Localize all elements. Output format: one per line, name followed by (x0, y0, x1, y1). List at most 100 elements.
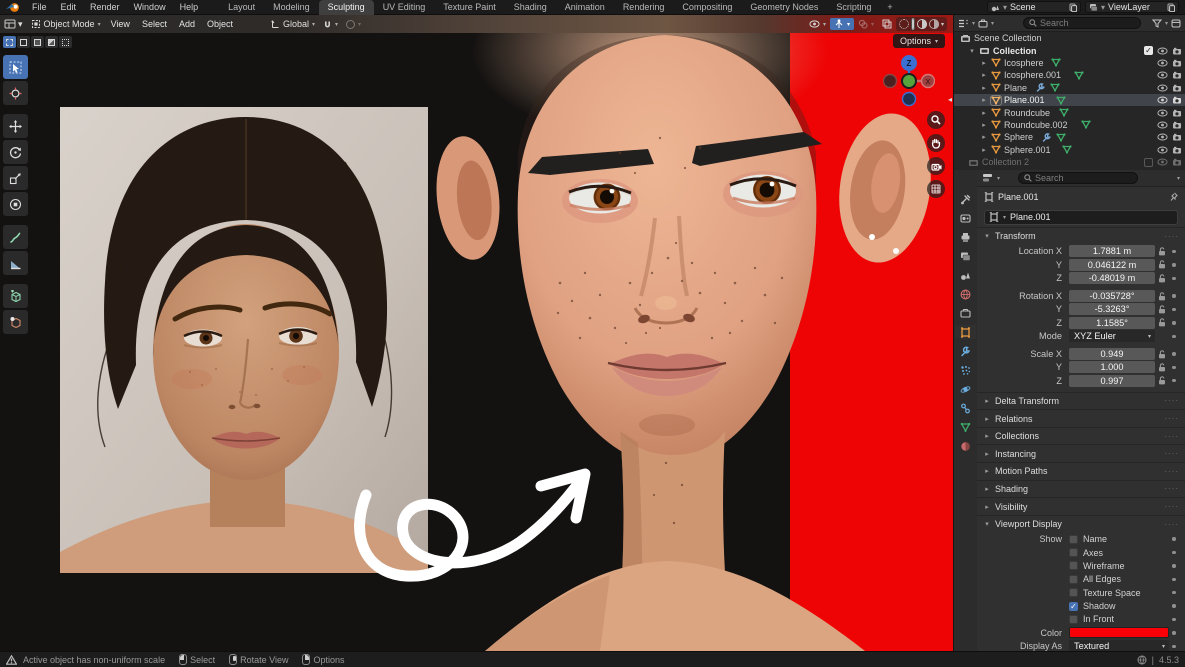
animate-dot[interactable] (1169, 366, 1179, 369)
viewport-menu-select[interactable]: Select (136, 19, 173, 29)
animate-dot[interactable] (1169, 578, 1179, 581)
select-mode-extend-button[interactable] (17, 36, 30, 48)
zoom-button[interactable] (927, 111, 945, 129)
view-layer-selector[interactable]: ▾ ViewLayer (1085, 1, 1179, 13)
show-all-edges-checkbox[interactable]: ✓ (1069, 575, 1078, 584)
chevron-down-icon[interactable]: ▾ (968, 47, 976, 55)
tab-particles[interactable] (955, 363, 976, 377)
network-globe-icon[interactable] (1137, 655, 1147, 665)
tab-scripting[interactable]: Scripting (827, 0, 880, 15)
animate-dot[interactable] (1169, 618, 1179, 621)
outliner-row-icosphere-001[interactable]: ▸ Icosphere.001 (954, 69, 1185, 81)
chevron-right-icon[interactable]: ▸ (980, 109, 988, 117)
panel-instancing[interactable]: ▸Instancing···· (977, 445, 1185, 462)
chevron-right-icon[interactable]: ▸ (980, 71, 988, 79)
show-wireframe-checkbox[interactable]: ✓ (1069, 561, 1078, 570)
viewport-menu-object[interactable]: Object (201, 19, 239, 29)
tool-add-primitive[interactable] (3, 310, 28, 334)
tab-shading[interactable]: Shading (505, 0, 556, 15)
hide-eye-icon[interactable] (1157, 133, 1168, 141)
hide-eye-icon[interactable] (1157, 96, 1168, 104)
chevron-right-icon[interactable]: ▸ (980, 59, 988, 67)
select-mode-new-button[interactable] (3, 36, 16, 48)
tab-render[interactable] (955, 211, 976, 225)
lock-open-icon[interactable] (1158, 318, 1166, 327)
camera-visibility-icon[interactable] (1172, 109, 1182, 117)
rotation-z-field[interactable]: 1.1585° (1069, 317, 1155, 329)
show-name-checkbox[interactable]: ✓ (1069, 535, 1078, 544)
menu-window[interactable]: Window (127, 2, 173, 12)
tab-compositing[interactable]: Compositing (673, 0, 741, 15)
tab-constraints[interactable] (955, 401, 976, 415)
tab-world[interactable] (955, 287, 976, 301)
tool-scale[interactable] (3, 166, 28, 190)
outliner-row-scene-collection[interactable]: Scene Collection (954, 32, 1185, 44)
pan-button[interactable] (927, 134, 945, 152)
viewport-display-header[interactable]: ▾Viewport Display ···· (977, 516, 1185, 533)
tab-physics[interactable] (955, 382, 976, 396)
transform-orientation-selector[interactable]: Global ▾ (267, 18, 319, 30)
tab-view-layer[interactable] (955, 249, 976, 263)
new-scene-icon[interactable] (1069, 3, 1077, 12)
tool-measure[interactable] (3, 251, 28, 275)
wireframe-shading-icon[interactable] (899, 19, 909, 29)
3d-viewport[interactable]: ▾ Object Mode ▾ View Select Add Object G… (0, 15, 953, 651)
camera-visibility-icon[interactable] (1172, 121, 1182, 129)
animate-dot[interactable] (1169, 379, 1179, 382)
chevron-right-icon[interactable]: ▸ (980, 133, 988, 141)
tab-modifiers[interactable] (955, 344, 976, 358)
animate-dot[interactable] (1169, 277, 1179, 280)
panel-drag-handle[interactable]: ···· (1164, 414, 1179, 423)
tab-uv-editing[interactable]: UV Editing (374, 0, 435, 15)
animate-dot[interactable] (1169, 352, 1179, 355)
scale-z-field[interactable]: 0.997 (1069, 375, 1155, 387)
tab-object-data[interactable] (955, 420, 976, 434)
pin-icon[interactable] (1169, 192, 1178, 202)
location-z-field[interactable]: -0.48019 m (1069, 272, 1155, 284)
tab-object-active[interactable] (955, 325, 976, 339)
location-x-field[interactable]: 1.7881 m (1069, 245, 1155, 257)
tab-animation[interactable]: Animation (556, 0, 614, 15)
hide-eye-icon[interactable] (1157, 146, 1168, 154)
animate-dot[interactable] (1169, 308, 1179, 311)
tool-move[interactable] (3, 114, 28, 138)
add-workspace-button[interactable]: + (880, 0, 899, 15)
lock-open-icon[interactable] (1158, 363, 1166, 372)
object-type-visibility[interactable]: ▾ (805, 19, 830, 29)
solid-shading-active[interactable] (911, 18, 915, 30)
sidebar-toggle-chevron[interactable]: ◂ (948, 95, 952, 104)
select-mode-intersect-button[interactable] (59, 36, 72, 48)
show-texture-space-checkbox[interactable]: ✓ (1069, 588, 1078, 597)
animate-dot[interactable] (1169, 294, 1179, 297)
panel-drag-handle[interactable]: ···· (1164, 502, 1179, 511)
outliner-row-roundcube[interactable]: ▸ Roundcube (954, 106, 1185, 118)
tab-collection-props[interactable] (955, 306, 976, 320)
camera-visibility-icon[interactable] (1172, 59, 1182, 67)
new-view-layer-icon[interactable] (1167, 3, 1175, 12)
location-y-field[interactable]: 0.046122 m (1069, 259, 1155, 271)
panel-drag-handle[interactable]: ···· (1164, 484, 1179, 493)
display-as-dropdown[interactable]: Textured▾ (1069, 640, 1169, 651)
hide-eye-icon[interactable] (1157, 71, 1168, 79)
panel-drag-handle[interactable]: ···· (1164, 232, 1179, 241)
hide-eye-icon[interactable] (1157, 121, 1168, 129)
proportional-editing-toggle[interactable]: ▾ (342, 19, 365, 30)
hide-eye-icon[interactable] (1157, 109, 1168, 117)
hide-eye-icon[interactable] (1157, 158, 1168, 166)
panel-collections[interactable]: ▸Collections···· (977, 428, 1185, 445)
properties-editor-icon[interactable] (982, 173, 993, 183)
tab-texture-paint[interactable]: Texture Paint (434, 0, 505, 15)
tab-geometry-nodes[interactable]: Geometry Nodes (741, 0, 827, 15)
animate-dot[interactable] (1169, 551, 1179, 554)
animate-dot[interactable] (1169, 263, 1179, 266)
lock-open-icon[interactable] (1158, 292, 1166, 301)
lock-open-icon[interactable] (1158, 376, 1166, 385)
tool-transform[interactable] (3, 192, 28, 216)
show-overlays-toggle[interactable]: ▾ (854, 18, 878, 30)
rendered-shading-icon[interactable] (929, 19, 939, 29)
panel-visibility[interactable]: ▸Visibility···· (977, 498, 1185, 515)
panel-drag-handle[interactable]: ···· (1164, 432, 1179, 441)
panel-drag-handle[interactable]: ···· (1164, 520, 1179, 529)
display-mode-icon[interactable] (958, 19, 969, 28)
tool-add-cube[interactable] (3, 284, 28, 308)
